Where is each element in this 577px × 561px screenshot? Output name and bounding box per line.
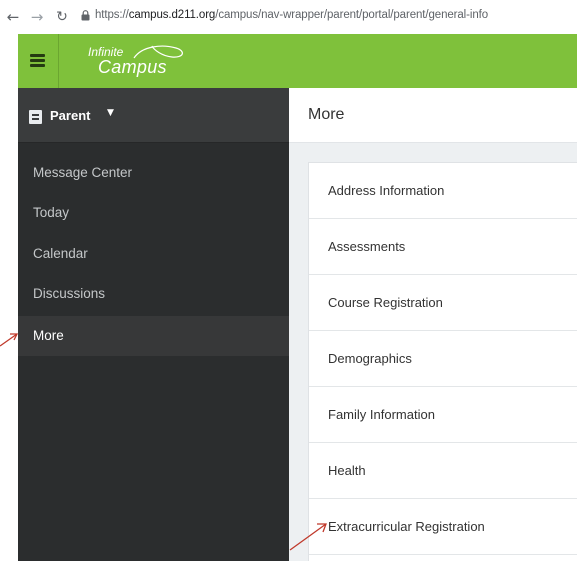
list-item-assessments[interactable]: Assessments: [309, 219, 577, 275]
sidebar-item-today[interactable]: Today: [18, 193, 289, 233]
caret-down-icon: ▼: [107, 108, 114, 118]
browser-toolbar: ← → ↻ https://campus.d211.org/campus/nav…: [0, 0, 577, 34]
address-bar[interactable]: https://campus.d211.org/campus/nav-wrapp…: [95, 9, 488, 21]
more-options-list: Address Information Assessments Course R…: [308, 162, 577, 561]
page-title: More: [308, 106, 345, 123]
sidebar-item-message-center[interactable]: Message Center: [18, 153, 289, 193]
forward-arrow-icon[interactable]: →: [28, 8, 46, 26]
sidebar-item-more[interactable]: More: [18, 316, 289, 356]
sidebar-item-discussions[interactable]: Discussions: [18, 274, 289, 314]
url-prefix: https://: [95, 9, 129, 21]
list-item-demographics[interactable]: Demographics: [309, 331, 577, 387]
list-item-address-information[interactable]: Address Information: [309, 163, 577, 219]
role-label: Parent: [50, 108, 91, 123]
header-divider: [58, 34, 59, 88]
sidebar-item-calendar[interactable]: Calendar: [18, 234, 289, 274]
url-path: /campus/nav-wrapper/parent/portal/parent…: [215, 9, 489, 21]
infinite-campus-logo[interactable]: Infinite Campus: [88, 42, 198, 82]
logo-text-campus: Campus: [98, 57, 167, 77]
list-item-family-information[interactable]: Family Information: [309, 387, 577, 443]
sidebar: Parent ▼ Message Center Today Calendar D…: [18, 88, 289, 561]
role-selector[interactable]: Parent ▼: [18, 88, 289, 143]
list-item-course-registration[interactable]: Course Registration: [309, 275, 577, 331]
app-header: Infinite Campus: [18, 34, 577, 88]
hamburger-icon[interactable]: [28, 50, 48, 70]
back-arrow-icon[interactable]: ←: [4, 8, 22, 26]
list-item-extracurricular-registration[interactable]: Extracurricular Registration: [309, 499, 577, 555]
lock-icon: [81, 10, 90, 21]
list-item-health[interactable]: Health: [309, 443, 577, 499]
id-card-icon: [29, 110, 42, 124]
reload-icon[interactable]: ↻: [53, 8, 71, 26]
page-header: More: [289, 88, 577, 143]
url-domain: campus.d211.org: [128, 9, 216, 21]
